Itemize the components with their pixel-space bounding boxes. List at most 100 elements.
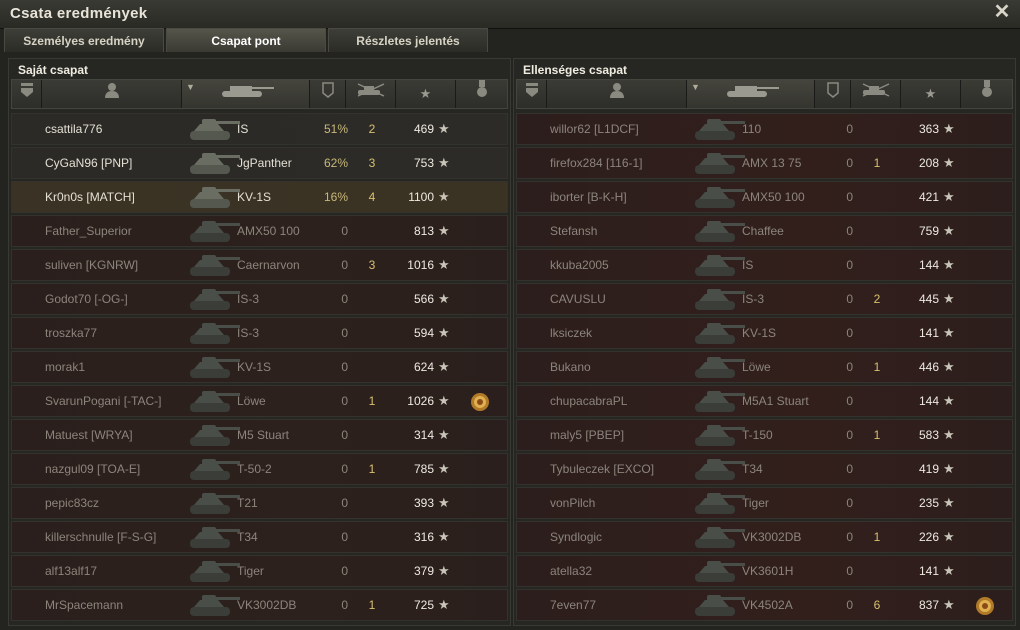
player-row[interactable]: vonPilch Tiger 0 235 ★	[516, 487, 1013, 519]
tank-icon[interactable]: ▼	[687, 80, 815, 108]
player-name: Kr0n0s [MATCH]	[45, 190, 135, 204]
player-icon[interactable]	[42, 80, 182, 108]
player-name: Father_Superior	[45, 224, 132, 238]
experience-value: 1100	[408, 190, 434, 204]
player-row[interactable]: MrSpacemann VK3002DB 0 1 725 ★	[11, 589, 508, 621]
tank-icon	[190, 527, 240, 548]
damage-icon[interactable]	[815, 80, 851, 108]
player-name: Tybuleczek [EXCO]	[550, 462, 655, 476]
player-row[interactable]: nazgul09 [TOA-E] T-50-2 0 1 785 ★	[11, 453, 508, 485]
own-team-column-headers: ▼ ★	[11, 79, 508, 109]
star-icon: ★	[438, 291, 450, 306]
player-row[interactable]: CAVUSLU IS-3 0 2 445 ★	[516, 283, 1013, 315]
player-row[interactable]: pepic83cz T21 0 393 ★	[11, 487, 508, 519]
kills-icon[interactable]	[851, 80, 901, 108]
player-row[interactable]: morak1 KV-1S 0 624 ★	[11, 351, 508, 383]
player-name: vonPilch	[550, 496, 596, 510]
player-row[interactable]: iborter [B-K-H] AMX50 100 0 421 ★	[516, 181, 1013, 213]
close-icon[interactable]: ✕	[992, 2, 1012, 22]
star-icon: ★	[438, 223, 450, 238]
enemy-team-rows: willor62 [L1DCF] 110 0 363 ★ firefox284 [116-…	[516, 113, 1013, 623]
player-row[interactable]: maly5 [PBEP] T-150 0 1 583 ★	[516, 419, 1013, 451]
squad-icon[interactable]	[12, 80, 42, 108]
tank-icon	[695, 289, 745, 310]
player-row[interactable]: CyGaN96 [PNP] JgPanther 62% 3 753 ★	[11, 147, 508, 179]
damage-value: 0	[341, 292, 348, 306]
player-row[interactable]: SvarunPogani [-TAC-] Löwe 0 1 1026 ★	[11, 385, 508, 417]
tank-name: KV-1S	[742, 326, 777, 340]
tab-detailed-report[interactable]: Részletes jelentés	[328, 28, 488, 52]
player-row[interactable]: Tybuleczek [EXCO] T34 0 419 ★	[516, 453, 1013, 485]
experience-value: 813	[413, 224, 434, 238]
star-icon: ★	[943, 155, 955, 170]
tank-icon	[695, 187, 745, 208]
player-row[interactable]: 7even77 VK4502A 0 6 837 ★	[516, 589, 1013, 621]
damage-value: 0	[341, 530, 348, 544]
kills-value	[362, 420, 382, 450]
player-name: SvarunPogani [-TAC-]	[45, 394, 162, 408]
player-row[interactable]: atella32 VK3601H 0 141 ★	[516, 555, 1013, 587]
tank-icon	[190, 289, 240, 310]
player-row[interactable]: kkuba2005 IS 0 144 ★	[516, 249, 1013, 281]
own-team-panel: Saját csapat ▼ ★ csattila776 IS 51% 2 46…	[8, 58, 511, 626]
player-row[interactable]: csattila776 IS 51% 2 469 ★	[11, 113, 508, 145]
experience-value: 226	[918, 530, 939, 544]
tank-name: VK3601H	[742, 564, 794, 578]
player-name: chupacabraPL	[550, 394, 628, 408]
player-name: atella32	[550, 564, 593, 578]
damage-value: 0	[341, 224, 348, 238]
experience-value: 446	[918, 360, 939, 374]
player-row[interactable]: Stefansh Chaffee 0 759 ★	[516, 215, 1013, 247]
player-row[interactable]: troszka77 IS-3 0 594 ★	[11, 317, 508, 349]
tank-icon	[190, 323, 240, 344]
kills-icon[interactable]	[346, 80, 396, 108]
player-row[interactable]: willor62 [L1DCF] 110 0 363 ★	[516, 113, 1013, 145]
tank-icon[interactable]: ▼	[182, 80, 310, 108]
experience-value: 419	[918, 462, 939, 476]
player-row[interactable]: Godot70 [-OG-] IS-3 0 566 ★	[11, 283, 508, 315]
star-icon: ★	[943, 597, 955, 612]
kills-value: 3	[368, 258, 376, 272]
tank-icon	[190, 119, 240, 140]
player-row[interactable]: alf13alf17 Tiger 0 379 ★	[11, 555, 508, 587]
star-icon: ★	[943, 427, 955, 442]
damage-icon[interactable]	[310, 80, 346, 108]
player-row[interactable]: Syndlogic VK3002DB 0 1 226 ★	[516, 521, 1013, 553]
experience-star-icon[interactable]: ★	[396, 80, 456, 108]
squad-icon[interactable]	[517, 80, 547, 108]
player-row[interactable]: Bukano Löwe 0 1 446 ★	[516, 351, 1013, 383]
damage-value: 0	[341, 360, 348, 374]
experience-value: 785	[413, 462, 434, 476]
tank-icon	[695, 459, 745, 480]
player-name: csattila776	[45, 122, 103, 136]
player-icon[interactable]	[547, 80, 687, 108]
enemy-team-panel: Ellenséges csapat ▼ ★ willor62 [L1DCF] 1…	[513, 58, 1016, 626]
player-name: Godot70 [-OG-]	[45, 292, 128, 306]
player-row[interactable]: suliven [KGNRW] Caernarvon 0 3 1016 ★	[11, 249, 508, 281]
player-row[interactable]: Kr0n0s [MATCH] KV-1S 16% 4 1100 ★	[11, 181, 508, 213]
star-icon: ★	[943, 563, 955, 578]
tank-name: VK3002DB	[742, 530, 802, 544]
damage-value: 0	[846, 530, 853, 544]
tab-team-score[interactable]: Csapat pont	[166, 28, 326, 52]
tab-personal-result[interactable]: Személyes eredmény	[4, 28, 164, 52]
medal-icon[interactable]	[975, 596, 995, 616]
tank-name: Tiger	[742, 496, 769, 510]
player-row[interactable]: lksiczek KV-1S 0 141 ★	[516, 317, 1013, 349]
damage-value: 0	[846, 462, 853, 476]
kills-value: 1	[873, 428, 881, 442]
player-row[interactable]: Father_Superior AMX50 100 0 813 ★	[11, 215, 508, 247]
experience-value: 393	[413, 496, 434, 510]
player-row[interactable]: firefox284 [116-1] AMX 13 75 0 1 208 ★	[516, 147, 1013, 179]
player-row[interactable]: Matuest [WRYA] M5 Stuart 0 314 ★	[11, 419, 508, 451]
damage-value: 0	[846, 258, 853, 272]
sort-arrow-icon: ▼	[691, 82, 700, 92]
medal-icon[interactable]	[961, 80, 1012, 108]
player-row[interactable]: killerschnulle [F-S-G] T34 0 316 ★	[11, 521, 508, 553]
experience-star-icon[interactable]: ★	[901, 80, 961, 108]
tank-icon	[695, 119, 745, 140]
medal-icon[interactable]	[456, 80, 507, 108]
player-row[interactable]: chupacabraPL M5A1 Stuart 0 144 ★	[516, 385, 1013, 417]
medal-icon[interactable]	[470, 392, 490, 412]
kills-value	[867, 488, 887, 518]
